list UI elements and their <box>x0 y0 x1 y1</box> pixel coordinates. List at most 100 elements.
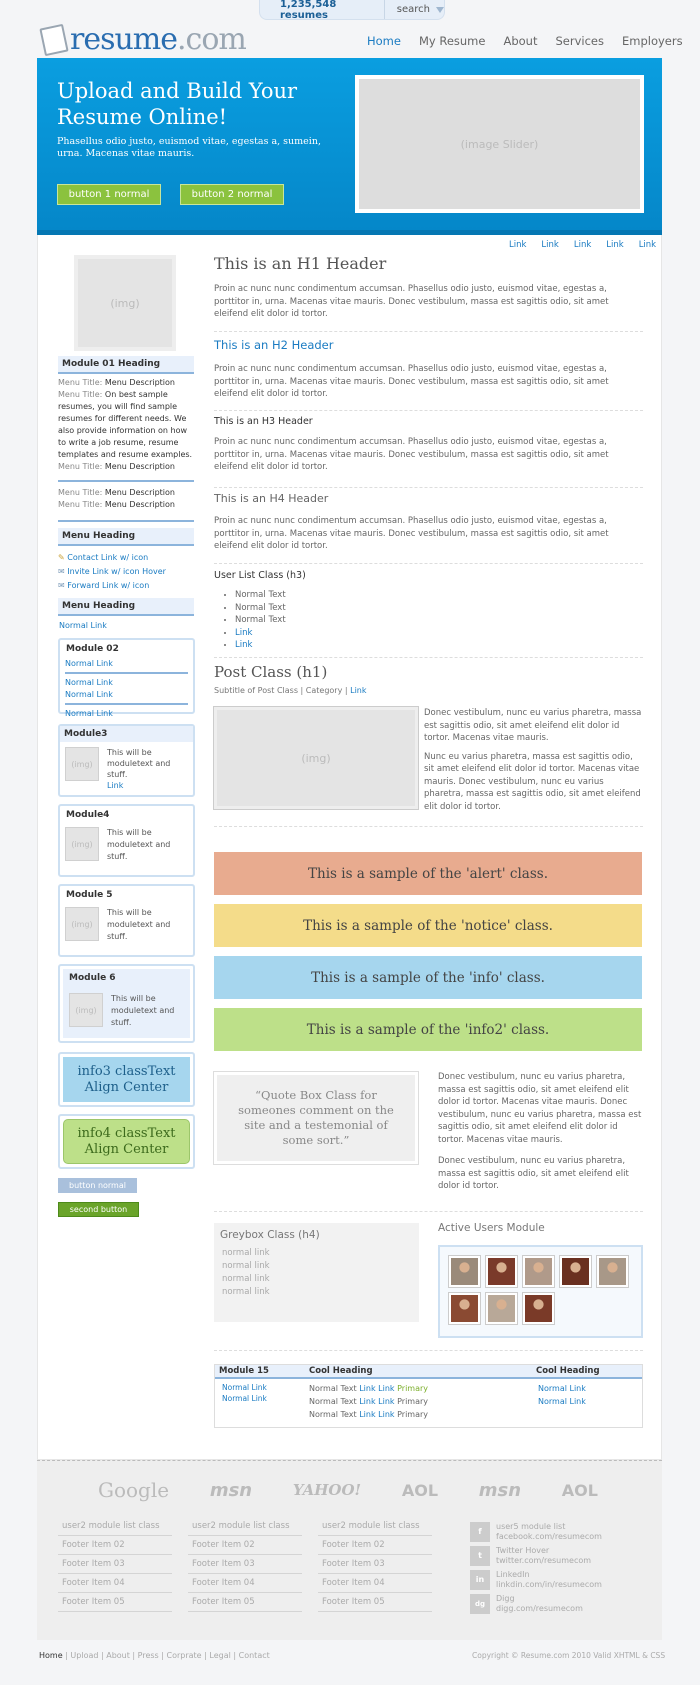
normal-link[interactable]: Normal Link <box>538 1395 586 1408</box>
bottom-link[interactable]: Legal <box>209 1651 230 1660</box>
social-link[interactable]: facebook.com/resumecom <box>496 1532 602 1542</box>
nav-home[interactable]: Home <box>367 34 401 48</box>
greybox: Greybox Class (h4) normal link normal li… <box>214 1223 419 1322</box>
link[interactable]: Link <box>509 240 526 250</box>
h1-header: This is an H1 Header <box>214 254 387 273</box>
bottom-link[interactable]: Press <box>138 1651 159 1660</box>
footer-item[interactable]: Footer Item 05 <box>188 1593 302 1612</box>
info3-box: info3 classText Align Center <box>58 1052 195 1107</box>
active-users-title: Active Users Module <box>438 1222 545 1234</box>
bottom-link[interactable]: Upload <box>70 1651 98 1660</box>
footer-item[interactable]: Footer Item 04 <box>188 1574 302 1593</box>
table-row: Normal Text Link Link Primary <box>309 1397 429 1406</box>
menu-heading: Menu Heading <box>58 528 194 546</box>
nav-my-resume[interactable]: My Resume <box>419 34 486 48</box>
nav-services[interactable]: Services <box>555 34 604 48</box>
menu-item: Menu Title: On best sample resumes, you … <box>58 390 193 459</box>
post-link[interactable]: Link <box>350 686 366 695</box>
bottom-link[interactable]: Corprate <box>167 1651 202 1660</box>
user-avatar[interactable] <box>559 1255 592 1288</box>
greybox-link[interactable]: normal link <box>222 1286 411 1299</box>
link[interactable]: Link <box>574 240 591 250</box>
greybox-link[interactable]: normal link <box>222 1273 411 1286</box>
image-slider[interactable]: (image Slider) <box>355 75 644 213</box>
user-avatar[interactable] <box>448 1292 481 1325</box>
footer-item[interactable]: Footer Item 05 <box>318 1593 432 1612</box>
bottom-link[interactable]: Contact <box>239 1651 270 1660</box>
module-4: Module4 (img) This will be moduletext an… <box>58 804 195 877</box>
normal-link[interactable]: Normal Link <box>538 1382 586 1395</box>
info4-box: info4 classText Align Center <box>58 1114 195 1169</box>
footer-item[interactable]: Footer Item 04 <box>58 1574 172 1593</box>
mail-icon: ✉ <box>58 567 65 576</box>
user-avatar[interactable] <box>522 1292 555 1325</box>
normal-link[interactable]: Normal Link <box>222 1393 307 1404</box>
greybox-link[interactable]: normal link <box>222 1260 411 1273</box>
logo[interactable]: resume .com <box>39 22 247 57</box>
footer-col-title: user2 module list class <box>188 1517 302 1536</box>
search-toggle[interactable]: search <box>385 4 444 15</box>
button-normal[interactable]: button normal <box>58 1178 137 1193</box>
link[interactable]: Link <box>639 240 656 250</box>
bottom-link[interactable]: About <box>106 1651 130 1660</box>
menu-item: Menu Title: Menu Description <box>58 378 175 387</box>
footer-item[interactable]: Footer Item 02 <box>188 1536 302 1555</box>
footer-item[interactable]: Footer Item 05 <box>58 1593 172 1612</box>
user-avatar[interactable] <box>522 1255 555 1288</box>
table-row: Normal Text Link Link Primary <box>309 1384 429 1393</box>
normal-link[interactable]: Normal Link <box>65 659 113 668</box>
contact-link[interactable]: Contact Link w/ icon <box>67 553 148 562</box>
search-label: search <box>396 4 430 15</box>
hero-banner: Upload and Build Your Resume Online! Pha… <box>37 58 662 235</box>
h4-header: This is an H4 Header <box>214 492 329 505</box>
quote-box: “Quote Box Class for someones comment on… <box>213 1071 419 1165</box>
list-item: Link <box>235 627 286 640</box>
social-link[interactable]: digg.com/resumecom <box>496 1604 583 1614</box>
normal-link[interactable]: Normal Link <box>65 690 113 699</box>
footer-item[interactable]: Footer Item 04 <box>318 1574 432 1593</box>
footer-item[interactable]: Footer Item 03 <box>188 1555 302 1574</box>
facebook-icon: f <box>470 1522 490 1542</box>
normal-link[interactable]: Normal Link <box>65 709 113 718</box>
button-2[interactable]: button 2 normal <box>180 184 284 205</box>
second-button[interactable]: second button <box>58 1202 139 1217</box>
module-title: Module 5 <box>66 890 113 900</box>
bottom-link[interactable]: Home <box>39 1651 63 1660</box>
list-link[interactable]: Link <box>235 640 252 650</box>
normal-link[interactable]: Normal Link <box>59 621 107 630</box>
footer-column: user2 module list class Footer Item 02 F… <box>58 1517 172 1612</box>
module-image: (img) <box>69 993 103 1027</box>
post-image: (img) <box>213 706 419 810</box>
link[interactable]: Link <box>606 240 623 250</box>
greybox-title: Greybox Class (h4) <box>220 1229 320 1241</box>
social-link[interactable]: linkdin.com/in/resumecom <box>496 1580 602 1590</box>
nav-about[interactable]: About <box>503 34 537 48</box>
module-5: Module 5 (img) This will be moduletext a… <box>58 884 195 957</box>
normal-link[interactable]: Normal Link <box>65 678 113 687</box>
social-link[interactable]: twitter.com/resumecom <box>496 1556 591 1566</box>
user-avatar[interactable] <box>485 1255 518 1288</box>
forward-link[interactable]: Forward Link w/ icon <box>67 581 149 590</box>
top-bar: 1,235,548 resumes search <box>259 0 445 21</box>
module-image: (img) <box>65 747 99 781</box>
footer-item[interactable]: Footer Item 02 <box>318 1536 432 1555</box>
copyright: Copyright © Resume.com 2010 Valid XHTML … <box>472 1651 666 1660</box>
list-link[interactable]: Link <box>235 628 252 638</box>
menu-heading-2: Menu Heading <box>58 598 194 616</box>
greybox-link[interactable]: normal link <box>222 1247 411 1260</box>
invite-link[interactable]: Invite Link w/ icon Hover <box>67 567 166 576</box>
normal-link[interactable]: Normal Link <box>222 1382 307 1393</box>
user-avatar[interactable] <box>485 1292 518 1325</box>
button-1[interactable]: button 1 normal <box>57 184 161 205</box>
menu-list-2: Menu Title: Menu Description Menu Title:… <box>58 487 194 511</box>
paragraph: Proin ac nunc nunc condimentum accumsan.… <box>214 284 609 319</box>
user-avatar[interactable] <box>448 1255 481 1288</box>
link[interactable]: Link <box>541 240 558 250</box>
footer-item[interactable]: Footer Item 03 <box>58 1555 172 1574</box>
nav-employers[interactable]: Employers <box>622 34 683 48</box>
user-avatar[interactable] <box>596 1255 629 1288</box>
footer-item[interactable]: Footer Item 02 <box>58 1536 172 1555</box>
alert-box: This is a sample of the 'alert' class. <box>214 852 642 895</box>
module-link[interactable]: Link <box>107 781 123 790</box>
footer-item[interactable]: Footer Item 03 <box>318 1555 432 1574</box>
